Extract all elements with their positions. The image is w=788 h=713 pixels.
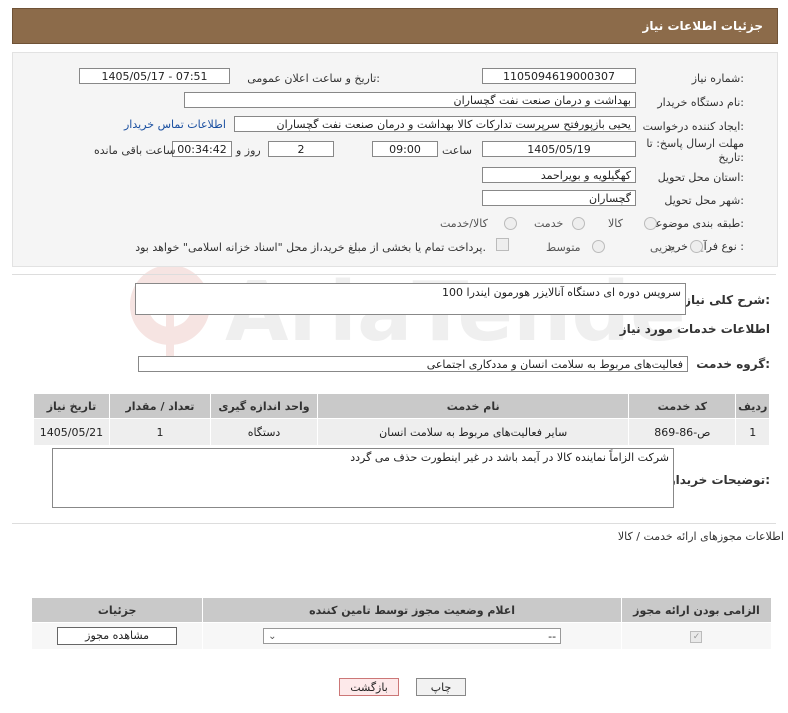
process-radio-medium[interactable] xyxy=(592,240,605,253)
page-header: جزئیات اطلاعات نیاز xyxy=(12,8,778,44)
col-need-date: تاریخ نیاز xyxy=(33,393,110,419)
print-button[interactable]: چاپ xyxy=(416,678,466,696)
treasury-payment-note: پرداخت تمام یا بخشی از مبلغ خرید،از محل … xyxy=(135,241,486,254)
cell-details: مشاهده مجوز xyxy=(30,622,204,650)
buyer-contact-link[interactable]: اطلاعات تماس خریدار xyxy=(124,118,226,131)
summary-field: سرویس دوره ای دستگاه آنالایزر هورمون این… xyxy=(135,283,686,315)
table-row: مشاهده مجوز ⌄ -- ✓ xyxy=(30,622,773,650)
category-radio-goods-service[interactable] xyxy=(504,217,517,230)
col-service-name: نام خدمت xyxy=(317,393,630,419)
need-number-field: 1105094619000307 xyxy=(482,68,636,84)
process-option-minor: جزیی xyxy=(650,241,676,254)
creator-field: یحیی بازپورفتح سرپرست تدارکات کالا بهداش… xyxy=(234,116,636,132)
permit-status-value: -- xyxy=(548,629,557,643)
permits-table: جزئیات اعلام وضعیت مجوز توسط تامین کننده… xyxy=(30,597,773,650)
process-radio-minor[interactable] xyxy=(690,240,703,253)
category-option-service: خدمت xyxy=(534,217,564,230)
province-field: کهگیلویه و بویراحمد xyxy=(482,167,636,183)
process-label: نوع فرآیند خرید : xyxy=(666,240,744,253)
col-row: ردیف xyxy=(735,393,770,419)
cell-unit: دستگاه xyxy=(209,418,319,446)
remaining-time-field: 00:34:42 xyxy=(172,141,232,157)
deadline-time-field: 09:00 xyxy=(372,141,438,157)
col-unit: واحد اندازه گیری xyxy=(209,393,319,419)
process-option-medium: متوسط xyxy=(546,241,581,254)
city-label: شهر محل تحویل: xyxy=(664,194,744,207)
city-field: گچساران xyxy=(482,190,636,206)
category-option-goods: کالا xyxy=(608,217,623,230)
deadline-time-label: ساعت xyxy=(442,144,472,157)
permits-section-title: اطلاعات مجوزهای ارائه خدمت / کالا xyxy=(617,530,784,543)
province-label: استان محل تحویل: xyxy=(657,171,744,184)
category-option-goods-service: کالا/خدمت xyxy=(440,217,488,230)
cell-service-name: سایر فعالیت‌های مربوط به سلامت انسان xyxy=(317,418,630,446)
buyer-label: نام دستگاه خریدار: xyxy=(657,96,744,109)
days-label: روز و xyxy=(236,144,261,157)
need-number-label: شماره نیاز: xyxy=(691,72,744,85)
permit-required-checkbox[interactable]: ✓ xyxy=(690,631,703,643)
services-section-title: اطلاعات خدمات مورد نیاز xyxy=(619,322,770,336)
summary-label: شرح کلی نیاز: xyxy=(684,293,770,307)
category-label: طبقه بندی موضوعی: xyxy=(646,217,744,230)
back-button[interactable]: بازگشت xyxy=(339,678,399,696)
service-group-field: فعالیت‌های مربوط به سلامت انسان و مددکار… xyxy=(138,356,688,372)
col-permit-required: الزامی بودن ارائه مجوز xyxy=(620,597,773,623)
service-group-label: گروه خدمت: xyxy=(696,357,770,371)
cell-row: 1 xyxy=(735,418,770,446)
buyer-notes-label: توضیحات خریدار: xyxy=(668,473,770,487)
category-radio-goods[interactable] xyxy=(644,217,657,230)
cell-service-code: ص-86-869 xyxy=(628,418,737,446)
creator-label: ایجاد کننده درخواست: xyxy=(642,120,744,133)
buyer-notes-field: شرکت الزاماً نماینده کالا در آیمد باشد د… xyxy=(52,448,674,508)
cell-need-date: 1405/05/21 xyxy=(33,418,110,446)
announce-label: تاریخ و ساعت اعلان عمومی: xyxy=(247,72,380,85)
col-details: جزئیات xyxy=(30,597,204,623)
remaining-days-field: 2 xyxy=(268,141,334,157)
services-table: تاریخ نیاز تعداد / مقدار واحد اندازه گیر… xyxy=(33,393,770,446)
chevron-down-icon: ⌄ xyxy=(268,630,277,642)
permit-status-select[interactable]: ⌄ -- xyxy=(263,628,562,644)
remaining-label: ساعت باقی مانده xyxy=(94,144,176,157)
cell-permit-status: ⌄ -- xyxy=(202,622,622,650)
treasury-payment-checkbox[interactable] xyxy=(496,238,509,251)
deadline-date-field: 1405/05/19 xyxy=(482,141,636,157)
col-service-code: کد خدمت xyxy=(628,393,737,419)
cell-permit-required: ✓ xyxy=(620,622,773,650)
deadline-label: مهلت ارسال پاسخ: تا تاریخ: xyxy=(646,137,744,164)
col-permit-status: اعلام وضعیت مجوز توسط تامین کننده xyxy=(202,597,622,623)
page-title: جزئیات اطلاعات نیاز xyxy=(642,19,763,33)
cell-quantity: 1 xyxy=(108,418,211,446)
view-permit-button[interactable]: مشاهده مجوز xyxy=(57,627,178,645)
table-row: 1405/05/21 1 دستگاه سایر فعالیت‌های مربو… xyxy=(33,418,770,446)
announce-field: 1405/05/17 - 07:51 xyxy=(79,68,230,84)
category-radio-service[interactable] xyxy=(572,217,585,230)
col-quantity: تعداد / مقدار xyxy=(108,393,211,419)
buyer-field: بهداشت و درمان صنعت نفت گچساران xyxy=(184,92,636,108)
